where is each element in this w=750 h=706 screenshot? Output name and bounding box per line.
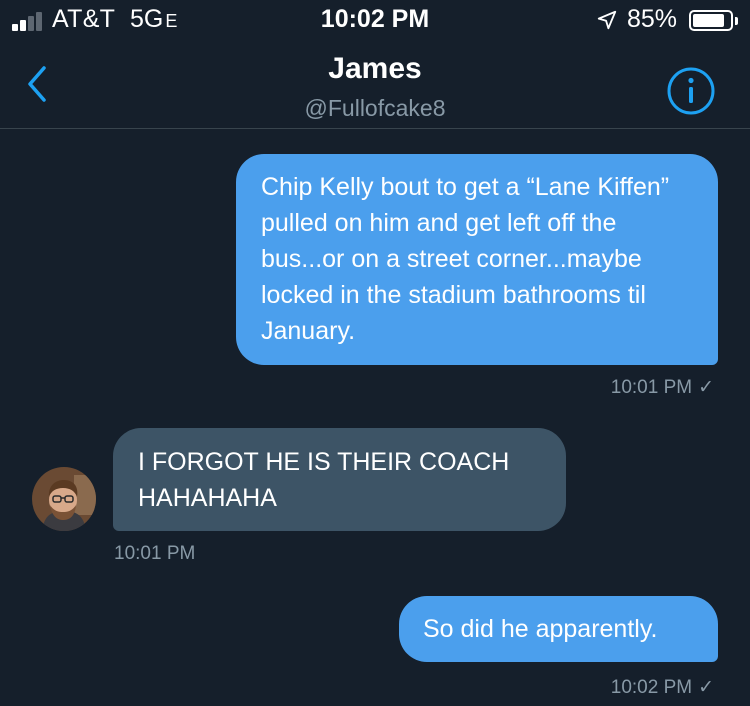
location-arrow-icon bbox=[597, 10, 617, 30]
avatar[interactable] bbox=[32, 467, 96, 531]
message-time: 10:02 PM bbox=[610, 677, 693, 698]
message-timestamp: 10:01 PM bbox=[114, 543, 196, 564]
checkmark-icon: ✓ bbox=[698, 677, 714, 698]
outgoing-message-bubble[interactable]: Chip Kelly bout to get a “Lane Kiffen” p… bbox=[236, 154, 718, 365]
battery-tip bbox=[735, 17, 738, 25]
outgoing-message-bubble[interactable]: So did he apparently. bbox=[399, 596, 718, 662]
battery-percentage: 85% bbox=[627, 5, 678, 33]
info-icon[interactable] bbox=[666, 66, 716, 116]
message-time: 10:01 PM bbox=[610, 377, 693, 398]
message-timestamp: 10:02 PM ✓ bbox=[611, 676, 714, 699]
conversation-handle[interactable]: @Fullofcake8 bbox=[0, 95, 750, 122]
status-bar: AT&T 5G E 10:02 PM 85% bbox=[0, 0, 750, 40]
conversation-title[interactable]: James bbox=[0, 52, 750, 86]
conversation-header: James @Fullofcake8 bbox=[0, 40, 750, 129]
incoming-message-bubble[interactable]: I FORGOT HE IS THEIR COACH HAHAHAHA bbox=[113, 428, 566, 531]
battery-icon bbox=[689, 10, 733, 31]
message-timestamp: 10:01 PM ✓ bbox=[611, 376, 714, 399]
checkmark-icon: ✓ bbox=[698, 377, 714, 398]
battery-fill bbox=[693, 14, 724, 27]
avatar-image bbox=[32, 467, 96, 531]
